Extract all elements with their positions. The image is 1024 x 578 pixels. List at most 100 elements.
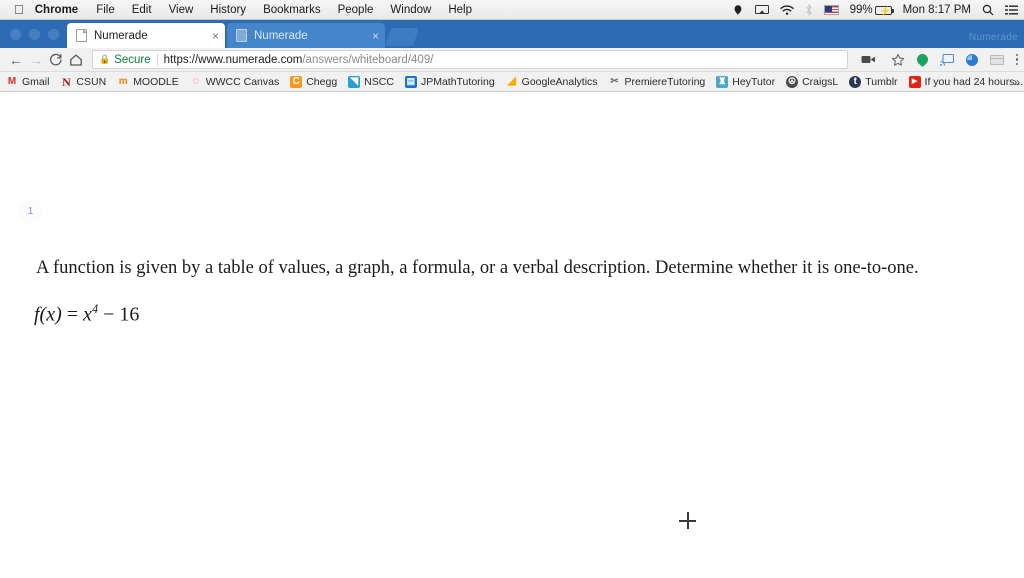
menu-item-help[interactable]: Help — [448, 4, 472, 16]
page-icon[interactable] — [987, 50, 1007, 70]
bookmark-label: MOODLE — [133, 75, 179, 88]
page-favicon — [236, 29, 247, 42]
menu-item-people[interactable]: People — [338, 4, 374, 16]
green-location-pin-icon[interactable] — [914, 51, 930, 68]
new-tab-button[interactable] — [385, 28, 419, 46]
page-favicon — [76, 29, 87, 42]
close-tab-icon[interactable]: × — [206, 30, 219, 42]
gmail-icon: M — [7, 75, 17, 87]
youtube-icon: ▶ — [908, 75, 921, 88]
browser-tab-1[interactable]: Numerade × — [67, 23, 225, 48]
bookmark-nscc[interactable]: ◥ NSCC — [348, 75, 394, 88]
moodle-icon: m — [118, 75, 128, 87]
bookmark-label: HeyTutor — [732, 75, 776, 88]
bookmark-csun[interactable]: N CSUN — [60, 76, 106, 88]
bookmark-label: CSUN — [76, 75, 107, 88]
bookmark-wwcc-canvas[interactable]: ◌ WWCC Canvas — [190, 75, 280, 88]
bookmark-craigslist[interactable]: ☮ CraigsL — [786, 75, 839, 88]
padlock-icon: 🔒 — [99, 54, 111, 64]
home-icon[interactable] — [66, 50, 86, 70]
bookmark-label: JPMathTutoring — [420, 75, 495, 88]
menu-item-edit[interactable]: Edit — [132, 4, 152, 16]
bookmark-jpmathtutoring[interactable]: ▤ JPMathTutoring — [404, 75, 495, 88]
browser-tab-strip: Numerade × Numerade × Numerade — [0, 20, 1024, 48]
screencast-icon[interactable] — [937, 50, 957, 70]
menu-item-chrome[interactable]: Chrome — [35, 4, 78, 16]
bluetooth-icon[interactable] — [805, 4, 813, 16]
crosshair-cursor-icon — [679, 512, 696, 529]
bookmark-chegg[interactable]: C Chegg — [290, 75, 338, 88]
reload-icon[interactable] — [46, 50, 66, 70]
menu-item-view[interactable]: View — [169, 4, 194, 16]
formula-rest: − 16 — [103, 303, 140, 326]
url-path: /answers/whiteboard/409/ — [302, 53, 434, 66]
tumblr-icon: t — [849, 75, 862, 88]
heytutor-icon: ♜ — [716, 75, 729, 88]
bookmark-label: CraigsL — [802, 75, 839, 88]
nscc-icon: ◥ — [348, 75, 361, 88]
minimize-window-button[interactable] — [29, 29, 40, 40]
airplay-icon[interactable] — [754, 4, 769, 16]
close-tab-icon[interactable]: × — [366, 30, 379, 42]
forward-arrow-icon[interactable]: → — [26, 50, 46, 70]
star-icon[interactable] — [888, 50, 908, 70]
csun-icon: N — [62, 74, 71, 89]
bookmark-tumblr[interactable]: t Tumblr — [849, 75, 898, 88]
maximize-window-button[interactable] — [48, 29, 59, 40]
notification-center-icon[interactable] — [1005, 5, 1018, 16]
menu-bar-clock[interactable]: Mon 8:17 PM — [903, 4, 971, 16]
bookmark-label: NSCC — [364, 75, 394, 88]
bookmark-label: Tumblr — [865, 75, 898, 88]
three-dot-menu-icon[interactable] — [1015, 53, 1018, 66]
omnibox-divider — [156, 53, 158, 66]
chegg-icon: C — [290, 75, 303, 88]
formula-base: x — [83, 303, 92, 326]
bookmark-label: GoogleAnalytics — [521, 75, 598, 88]
menu-bar-status-area: 99% ⚡ Mon 8:17 PM — [732, 0, 1018, 20]
secure-label: Secure — [114, 53, 151, 66]
question-text: A function is given by a table of values… — [36, 258, 919, 278]
bookmark-moodle[interactable]: m MOODLE — [117, 76, 179, 88]
bookmark-gmail[interactable]: M Gmail — [6, 75, 50, 88]
canvas-icon: ◌ — [192, 75, 199, 87]
back-arrow-icon[interactable]: ← — [6, 50, 26, 70]
spotlight-search-icon[interactable] — [982, 4, 994, 16]
bookmark-googleanalytics[interactable]: ◢ GoogleAnalytics — [506, 75, 598, 88]
bookmarks-overflow-icon[interactable]: » — [1013, 75, 1020, 89]
wifi-icon[interactable] — [779, 4, 794, 16]
bookmark-label: PremiereTutoring — [624, 75, 706, 88]
bookmark-heytutor[interactable]: ♜ HeyTutor — [716, 75, 776, 88]
menu-item-file[interactable]: File — [96, 4, 115, 16]
whiteboard-canvas[interactable]: 1 A function is given by a table of valu… — [0, 92, 1024, 578]
battery-charging-icon: ⚡ — [874, 5, 894, 16]
window-traffic-lights[interactable] — [8, 29, 67, 48]
apple-menu-icon[interactable]:  — [14, 3, 24, 16]
tab-title: Numerade — [94, 29, 148, 42]
menu-item-window[interactable]: Window — [390, 4, 431, 16]
close-window-button[interactable] — [10, 29, 21, 40]
address-bar[interactable]: 🔒 Secure https://www.numerade.com /answe… — [92, 50, 848, 69]
bookmark-youtube-video[interactable]: ▶ If you had 24 hours... — [908, 75, 1024, 88]
bookmark-premieretutoring[interactable]: ✂ PremiereTutoring — [609, 75, 706, 88]
video-camera-icon[interactable] — [859, 50, 879, 70]
macos-menu-bar:  Chrome File Edit View History Bookmark… — [0, 0, 1024, 20]
bookmark-label: Chegg — [306, 75, 338, 88]
bookmark-label: If you had 24 hours... — [924, 75, 1024, 88]
jpmath-icon: ▤ — [404, 75, 417, 88]
formula-lhs: f(x) — [34, 303, 62, 326]
browser-tab-2[interactable]: Numerade × — [227, 23, 385, 48]
formula-equals: = — [66, 303, 79, 326]
bookmark-label: WWCC Canvas — [205, 75, 280, 88]
battery-status[interactable]: 99% ⚡ — [850, 4, 894, 16]
menu-item-bookmarks[interactable]: Bookmarks — [263, 4, 321, 16]
blue-clock-icon[interactable] — [965, 53, 978, 66]
formula-exponent: 4 — [91, 302, 99, 316]
bookmarks-bar: M Gmail N CSUN m MOODLE ◌ WWCC Canvas C … — [0, 72, 1024, 92]
formula-expression: f(x) = x4 − 16 — [34, 302, 139, 327]
us-flag-icon[interactable] — [823, 5, 839, 15]
menu-item-history[interactable]: History — [210, 4, 246, 16]
tab-title: Numerade — [254, 29, 308, 42]
url-domain: https://www.numerade.com — [163, 53, 303, 66]
toolbar-icons — [855, 50, 1018, 70]
dropbox-icon[interactable] — [732, 4, 744, 16]
